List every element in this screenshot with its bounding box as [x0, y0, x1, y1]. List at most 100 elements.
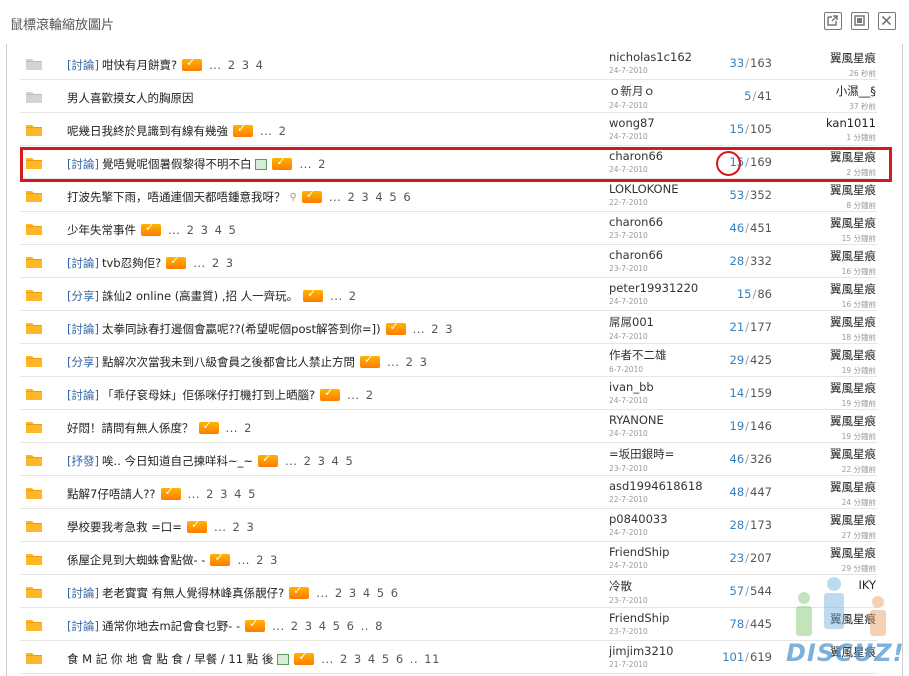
thread-title-link[interactable]: 誅仙2 online (高畫質) ,招 人一齊玩。 — [102, 288, 298, 304]
last-post-time[interactable]: 15 分鐘前 — [790, 233, 876, 244]
author-name[interactable]: charon66 — [609, 149, 719, 163]
thread-row[interactable]: 好悶！請問有無人係度？ ... 2 RYANONE 24-7-2010 19/146 翼風… — [20, 410, 877, 443]
author-name[interactable]: =坂田銀時= — [609, 446, 719, 462]
author-name[interactable]: RYANONE — [609, 413, 719, 427]
thread-row[interactable]: [討論]通常你地去m記會食乜野- - ... 2 3 4 5 6 .. 8 Frie… — [20, 608, 877, 641]
author-name[interactable]: jimjim3210 — [609, 644, 719, 658]
last-post-time[interactable]: 29 分鐘前 — [790, 563, 876, 574]
thread-row[interactable]: [討論]「乖仔袞母妹」佢係咪仔打機打到上晒腦? ... 2 ivan_bb 24-7-… — [20, 377, 877, 410]
author-name[interactable]: asd1994618618 — [609, 479, 719, 493]
thread-title-link[interactable]: 老老實實 有無人覺得林峰真係靚仔? — [102, 585, 284, 601]
author-name[interactable]: LOKLOKONE — [609, 182, 719, 196]
last-post-user[interactable]: IKY — [790, 578, 876, 592]
last-post-time[interactable]: 22 分鐘前 — [790, 464, 876, 475]
last-post-user[interactable]: 小濕__§ — [790, 83, 876, 99]
thread-tag[interactable]: [抒發] — [67, 453, 99, 469]
author-name[interactable]: 作者不二雄 — [609, 347, 719, 363]
author-name[interactable]: charon66 — [609, 248, 719, 262]
thread-tag[interactable]: [分享] — [67, 354, 99, 370]
thread-page-links[interactable]: ... 2 3 4 5 — [285, 454, 353, 468]
thread-row[interactable]: [討論]tvb忍夠佢? ... 2 3 charon66 23-7-2010 28/33… — [20, 245, 877, 278]
last-post-user[interactable]: 翼風星痕 — [790, 446, 876, 462]
thread-page-links[interactable]: ... 2 3 — [413, 322, 453, 336]
thread-tag[interactable]: [討論] — [67, 156, 99, 172]
author-name[interactable]: p0840033 — [609, 512, 719, 526]
author-name[interactable]: peter19931220 — [609, 281, 719, 295]
last-post-time[interactable]: 37 秒前 — [790, 101, 876, 112]
thread-row[interactable]: [討論]覺唔覺呢個暑假黎得不明不白 ... 2 charon66 24-7-2010 1… — [20, 146, 877, 179]
thread-page-links[interactable]: ... 2 3 — [237, 553, 277, 567]
thread-title-link[interactable]: 男人喜歡摸女人的胸原因 — [67, 90, 194, 106]
thread-title-link[interactable]: 唉.. 今日知道自己揀咩科~_~ — [102, 453, 253, 469]
last-post-time[interactable]: 19 分鐘前 — [790, 431, 876, 442]
last-post-user[interactable]: 翼風星痕 — [790, 50, 876, 66]
last-post-time[interactable]: 24 分鐘前 — [790, 497, 876, 508]
thread-page-links[interactable]: ... 2 3 4 5 6 — [329, 190, 411, 204]
thread-page-links[interactable]: ... 2 3 4 5 — [168, 223, 236, 237]
thread-tag[interactable]: [討論] — [67, 321, 99, 337]
thread-page-links[interactable]: ... 2 — [299, 157, 325, 171]
last-post-time[interactable]: 18 分鐘前 — [790, 332, 876, 343]
thread-title-link[interactable]: 點解7仔唔請人?? — [67, 486, 156, 502]
last-post-time[interactable]: 16 分鐘前 — [790, 266, 876, 277]
last-post-user[interactable]: 翼風星痕 — [790, 512, 876, 528]
author-name[interactable]: FriendShip — [609, 545, 719, 559]
thread-row[interactable]: [討論]老老實實 有無人覺得林峰真係靚仔? ... 2 3 4 5 6 冷散 23-7… — [20, 575, 877, 608]
thread-page-links[interactable]: ... 2 — [226, 421, 252, 435]
maximize-icon[interactable] — [851, 12, 869, 30]
thread-page-links[interactable]: ... 2 — [347, 388, 373, 402]
thread-page-links[interactable]: ... 2 3 4 — [209, 58, 263, 72]
thread-row[interactable]: 呢幾日我終於見識到有線有幾強 ... 2 wong87 24-7-2010 15/105… — [20, 113, 877, 146]
last-post-time[interactable]: 19 分鐘前 — [790, 365, 876, 376]
thread-page-links[interactable]: ... 2 3 — [214, 520, 254, 534]
last-post-user[interactable]: 翼風星痕 — [790, 149, 876, 165]
last-post-user[interactable]: 翼風星痕 — [790, 479, 876, 495]
thread-title-link[interactable]: 點解次次當我未到八級會員之後都會比人禁止方問 — [102, 354, 355, 370]
thread-tag[interactable]: [討論] — [67, 387, 99, 403]
thread-row[interactable]: [討論]咁快有月餅賣? ... 2 3 4 nicholas1c162 24-7-20… — [20, 47, 877, 80]
last-post-user[interactable]: kan1011 — [790, 116, 876, 130]
thread-row[interactable]: [分享]點解次次當我未到八級會員之後都會比人禁止方問 ... 2 3 作者不二雄 6-… — [20, 344, 877, 377]
thread-tag[interactable]: [討論] — [67, 255, 99, 271]
thread-title-link[interactable]: 食 M 記 你 地 會 點 食 / 早餐 / 11 點 後 — [67, 651, 273, 667]
thread-row[interactable]: 食 M 記 你 地 會 點 食 / 早餐 / 11 點 後 ... 2 3 4 5… — [20, 641, 877, 674]
author-name[interactable]: 冷散 — [609, 578, 719, 594]
open-external-icon[interactable] — [824, 12, 842, 30]
thread-title-link[interactable]: 呢幾日我終於見識到有線有幾強 — [67, 123, 228, 139]
last-post-user[interactable]: 翼風星痕 — [790, 347, 876, 363]
thread-row[interactable]: 係屋企見到大蜘蛛會點做- - ... 2 3 FriendShip 24-7-2010… — [20, 542, 877, 575]
thread-title-link[interactable]: 係屋企見到大蜘蛛會點做- - — [67, 552, 205, 568]
thread-title-link[interactable]: 「乖仔袞母妹」佢係咪仔打機打到上晒腦? — [102, 387, 315, 403]
author-name[interactable]: nicholas1c162 — [609, 50, 719, 64]
thread-title-link[interactable]: 好悶！請問有無人係度？ — [67, 420, 194, 436]
thread-tag[interactable]: [討論] — [67, 57, 99, 73]
last-post-time[interactable]: 26 秒前 — [790, 68, 876, 79]
thread-title-link[interactable]: 咁快有月餅賣? — [102, 57, 177, 73]
last-post-time[interactable]: 19 分鐘前 — [790, 398, 876, 409]
last-post-user[interactable]: 翼風星痕 — [790, 380, 876, 396]
last-post-user[interactable]: 翼風星痕 — [790, 545, 876, 561]
last-post-user[interactable]: 翼風星痕 — [790, 281, 876, 297]
thread-tag[interactable]: [討論] — [67, 618, 99, 634]
thread-page-links[interactable]: ... 2 3 — [193, 256, 233, 270]
author-name[interactable]: ｏ新月ｏ — [609, 83, 719, 99]
last-post-time[interactable]: 27 分鐘前 — [790, 530, 876, 541]
thread-page-links[interactable]: ... 2 — [260, 124, 286, 138]
last-post-user[interactable]: 翼風星痕 — [790, 182, 876, 198]
thread-title-link[interactable]: 少年失常事件 — [67, 222, 136, 238]
thread-page-links[interactable]: ... 2 — [330, 289, 356, 303]
thread-tag[interactable]: [討論] — [67, 585, 99, 601]
last-post-user[interactable]: 翼風星痕 — [790, 413, 876, 429]
close-icon[interactable] — [878, 12, 896, 30]
thread-title-link[interactable]: 太拳同詠春打邊個會贏呢??(希望呢個post解答到你=]) — [102, 321, 381, 337]
thread-title-link[interactable]: 打波先擎下雨，唔通連個天都唔鍾意我呀？ — [67, 189, 286, 205]
author-name[interactable]: charon66 — [609, 215, 719, 229]
thread-row[interactable]: 學校要我考急救 =口= ... 2 3 p0840033 24-7-2010 28/17… — [20, 509, 877, 542]
last-post-time[interactable]: 2 分鐘前 — [790, 167, 876, 178]
thread-page-links[interactable]: ... 2 3 4 5 6 .. 11 — [321, 652, 440, 666]
last-post-user[interactable]: 翼風星痕 — [790, 611, 876, 627]
last-post-user[interactable]: 翼風星痕 — [790, 248, 876, 264]
last-post-time[interactable]: 8 分鐘前 — [790, 200, 876, 211]
thread-page-links[interactable]: ... 2 3 4 5 6 .. 8 — [272, 619, 383, 633]
last-post-user[interactable]: 翼風星痕 — [790, 314, 876, 330]
